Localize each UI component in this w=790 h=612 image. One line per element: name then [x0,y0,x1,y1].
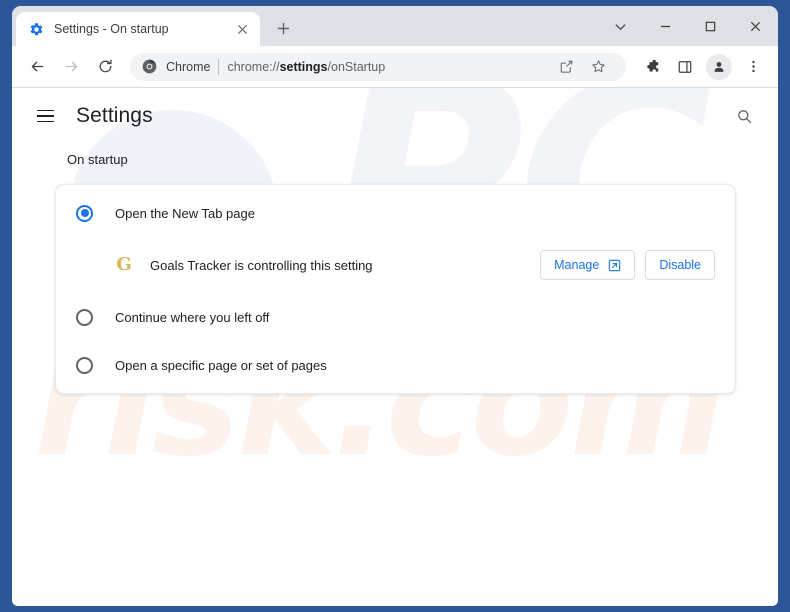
extension-controls-notice: G Goals Tracker is controlling this sett… [56,237,735,293]
radio-option-label: Continue where you left off [115,309,270,325]
share-icon[interactable] [552,53,580,81]
url-suffix: /onStartup [327,59,386,74]
browser-window: Settings - On startup Chrome chrome://se… [12,6,778,606]
tab-strip: Settings - On startup [12,6,778,46]
close-tab-icon[interactable] [232,19,252,39]
reload-icon[interactable] [91,53,119,81]
three-dot-menu-icon[interactable] [739,53,767,81]
radio-option-label: Open the New Tab page [115,205,255,221]
minimize-window-icon[interactable] [643,6,688,46]
external-link-icon [608,259,621,272]
hamburger-menu-icon[interactable] [28,99,62,133]
radio-button-unselected-icon[interactable] [76,308,93,326]
radio-option-continue-where-left-off[interactable]: Continue where you left off [56,293,735,341]
settings-page: PC risk.com Settings On startup Op [12,88,778,605]
chrome-logo-icon [142,59,158,75]
manage-button[interactable]: Manage [540,250,636,280]
radio-option-new-tab-page[interactable]: Open the New Tab page [56,189,735,237]
settings-content: On startup Open the New Tab page G Goals… [12,152,778,394]
extensions-puzzle-icon[interactable] [637,53,665,81]
new-tab-button[interactable] [270,15,296,41]
window-controls [598,6,778,46]
forward-arrow-icon [57,53,85,81]
maximize-window-icon[interactable] [688,6,733,46]
close-window-icon[interactable] [733,6,778,46]
side-panel-icon[interactable] [671,53,699,81]
url-prefix: chrome:// [227,59,280,74]
extension-notice-text: Goals Tracker is controlling this settin… [150,257,373,273]
url-bold-part: settings [279,59,328,74]
tab-search-chevron-down-icon[interactable] [598,6,643,46]
bookmark-star-icon[interactable] [584,53,612,81]
tab-title: Settings - On startup [54,22,169,36]
radio-option-label: Open a specific page or set of pages [115,357,327,373]
profile-avatar-icon[interactable] [706,53,732,80]
radio-option-specific-pages[interactable]: Open a specific page or set of pages [56,341,735,389]
address-bar[interactable]: Chrome chrome://settings/onStartup [130,52,626,81]
on-startup-card: Open the New Tab page G Goals Tracker is… [55,184,736,394]
address-bar-url: chrome://settings/onStartup [227,60,385,74]
section-heading: On startup [67,152,128,167]
settings-gear-icon [28,21,44,37]
goals-tracker-extension-icon: G [116,254,132,275]
search-icon[interactable] [726,98,762,134]
page-title: Settings [76,104,153,127]
browser-toolbar: Chrome chrome://settings/onStartup [12,46,778,88]
radio-button-unselected-icon[interactable] [76,356,93,374]
browser-tab[interactable]: Settings - On startup [16,12,260,46]
radio-button-selected-icon[interactable] [76,204,93,222]
omnibox-divider [218,58,220,75]
disable-button-label: Disable [659,258,701,272]
back-arrow-icon[interactable] [23,53,51,81]
manage-button-label: Manage [554,258,600,272]
security-chip-label: Chrome [166,59,211,74]
extension-notice-actions: Manage Disable [540,250,715,280]
settings-header: Settings [12,88,778,144]
omnibox-actions [550,53,614,81]
disable-button[interactable]: Disable [645,250,715,280]
